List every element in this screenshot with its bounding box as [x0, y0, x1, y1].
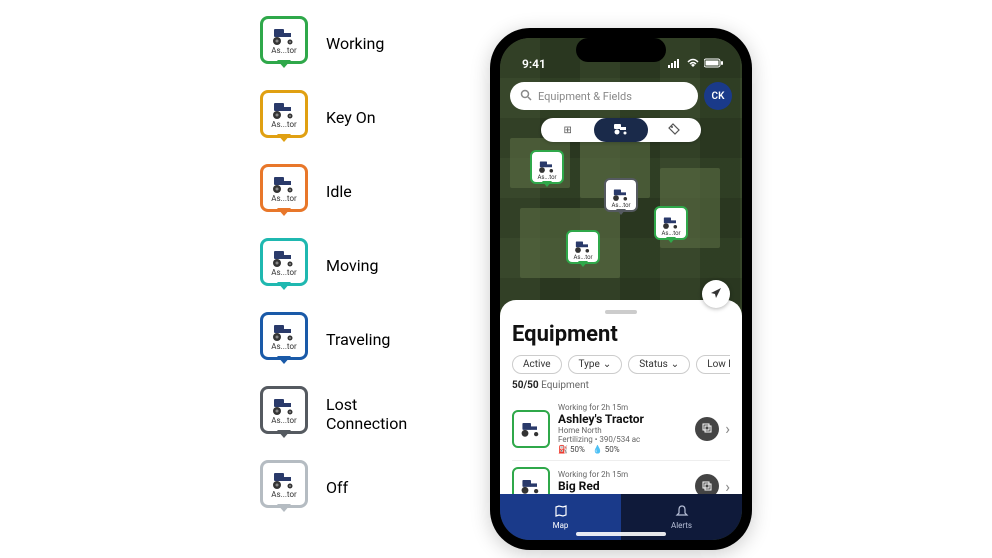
equipment-name: Ashley's Tractor [558, 412, 687, 426]
filter-lowfuel[interactable]: Low F [696, 355, 730, 374]
map-marker[interactable]: As...tor [566, 230, 600, 268]
legend-label: Key On [326, 108, 376, 127]
map-marker[interactable]: As...tor [604, 178, 638, 216]
locate-button[interactable] [702, 280, 730, 308]
grid-icon: ⊞ [563, 125, 571, 136]
legend-marker-idle: As...tor [260, 164, 308, 220]
marker-label: As...tor [271, 46, 297, 55]
seg-grid[interactable]: ⊞ [541, 118, 594, 142]
equipment-count: 50/50 Equipment [512, 380, 730, 391]
marker-label: As...tor [271, 490, 297, 499]
chevron-right-icon: › [725, 419, 730, 438]
legend-label: Off [326, 478, 348, 497]
equipment-action-button[interactable] [695, 474, 719, 496]
chevron-down-icon: ⌄ [603, 359, 611, 370]
seg-tag[interactable] [648, 118, 701, 142]
marker-label: As...tor [271, 120, 297, 129]
status-time: 9:41 [522, 57, 546, 71]
map-area[interactable]: Equipment & Fields CK ⊞ [500, 38, 742, 318]
user-avatar[interactable]: CK [704, 82, 732, 110]
filter-type[interactable]: Type⌄ [568, 355, 623, 374]
legend-row-moving: As...tor Moving [260, 238, 420, 294]
search-icon [520, 89, 532, 104]
legend-row-idle: As...tor Idle [260, 164, 420, 220]
equipment-thumb [512, 410, 550, 448]
legend-marker-off: As...tor [260, 460, 308, 516]
legend-row-traveling: As...tor Traveling [260, 312, 420, 368]
legend-marker-moving: As...tor [260, 238, 308, 294]
fuel-icon: ⛽ [558, 445, 568, 454]
tractor-icon [612, 123, 630, 138]
def-icon: 💧 [593, 445, 603, 454]
marker-label: As...tor [271, 194, 297, 203]
equipment-thumb [512, 467, 550, 496]
wifi-icon [686, 57, 700, 71]
legend-marker-lost: As...tor [260, 386, 308, 442]
tag-icon [668, 123, 680, 138]
home-indicator [576, 532, 666, 536]
signal-icon [668, 57, 682, 71]
chevron-down-icon: ⌄ [671, 359, 679, 370]
map-marker[interactable]: As...tor [654, 206, 688, 244]
equipment-sheet[interactable]: Equipment Active Type⌄ Status⌄ Low F 50/… [500, 300, 742, 496]
legend-marker-working: As...tor [260, 16, 308, 72]
equipment-list-item[interactable]: Working for 2h 15m Big Red Home North › [512, 461, 730, 496]
location-arrow-icon [709, 285, 723, 304]
map-marker[interactable]: As...tor [530, 150, 564, 188]
legend-row-working: As...tor Working [260, 16, 420, 72]
legend-label: Moving [326, 256, 378, 275]
filter-active[interactable]: Active [512, 355, 562, 374]
legend-panel: As...tor Working As...tor Key On As... [0, 0, 420, 558]
legend-marker-keyon: As...tor [260, 90, 308, 146]
copy-icon [701, 419, 713, 438]
legend-label: Idle [326, 182, 352, 201]
nav-label: Alerts [671, 521, 692, 530]
equipment-metrics: ⛽ 50% 💧 50% [558, 445, 687, 454]
copy-icon [701, 477, 713, 496]
filter-row: Active Type⌄ Status⌄ Low F [512, 355, 730, 374]
equipment-task: Fertilizing • 390/534 ac [558, 435, 687, 444]
nav-label: Map [553, 521, 569, 530]
map-icon [554, 504, 568, 520]
phone-frame: 9:41 [490, 28, 752, 550]
legend-marker-traveling: As...tor [260, 312, 308, 368]
search-placeholder: Equipment & Fields [538, 90, 632, 103]
view-segmented-control[interactable]: ⊞ [541, 118, 701, 142]
sheet-title: Equipment [512, 322, 730, 347]
legend-row-lost: As...tor Lost Connection [260, 386, 420, 442]
marker-label: As...tor [271, 268, 297, 277]
legend-row-keyon: As...tor Key On [260, 90, 420, 146]
legend-row-off: As...tor Off [260, 460, 420, 516]
search-input[interactable]: Equipment & Fields [510, 82, 698, 110]
equipment-action-button[interactable] [695, 417, 719, 441]
equipment-name: Big Red [558, 479, 687, 493]
legend-label: Working [326, 34, 384, 53]
seg-tractor[interactable] [594, 118, 647, 142]
marker-label: As...tor [271, 416, 297, 425]
equipment-location: Home North [558, 426, 687, 435]
phone-screen: 9:41 [500, 38, 742, 540]
equipment-list-item[interactable]: Working for 2h 15m Ashley's Tractor Home… [512, 397, 730, 461]
sheet-handle[interactable] [605, 310, 637, 314]
phone-notch [576, 38, 666, 62]
legend-label: Lost Connection [326, 395, 420, 433]
bottom-nav: Map Alerts [500, 494, 742, 540]
equipment-status: Working for 2h 15m [558, 470, 687, 479]
marker-label: As...tor [271, 342, 297, 351]
equipment-status: Working for 2h 15m [558, 403, 687, 412]
filter-status[interactable]: Status⌄ [628, 355, 690, 374]
battery-icon [704, 57, 724, 71]
legend-label: Traveling [326, 330, 390, 349]
bell-icon [675, 504, 689, 520]
chevron-right-icon: › [725, 477, 730, 496]
